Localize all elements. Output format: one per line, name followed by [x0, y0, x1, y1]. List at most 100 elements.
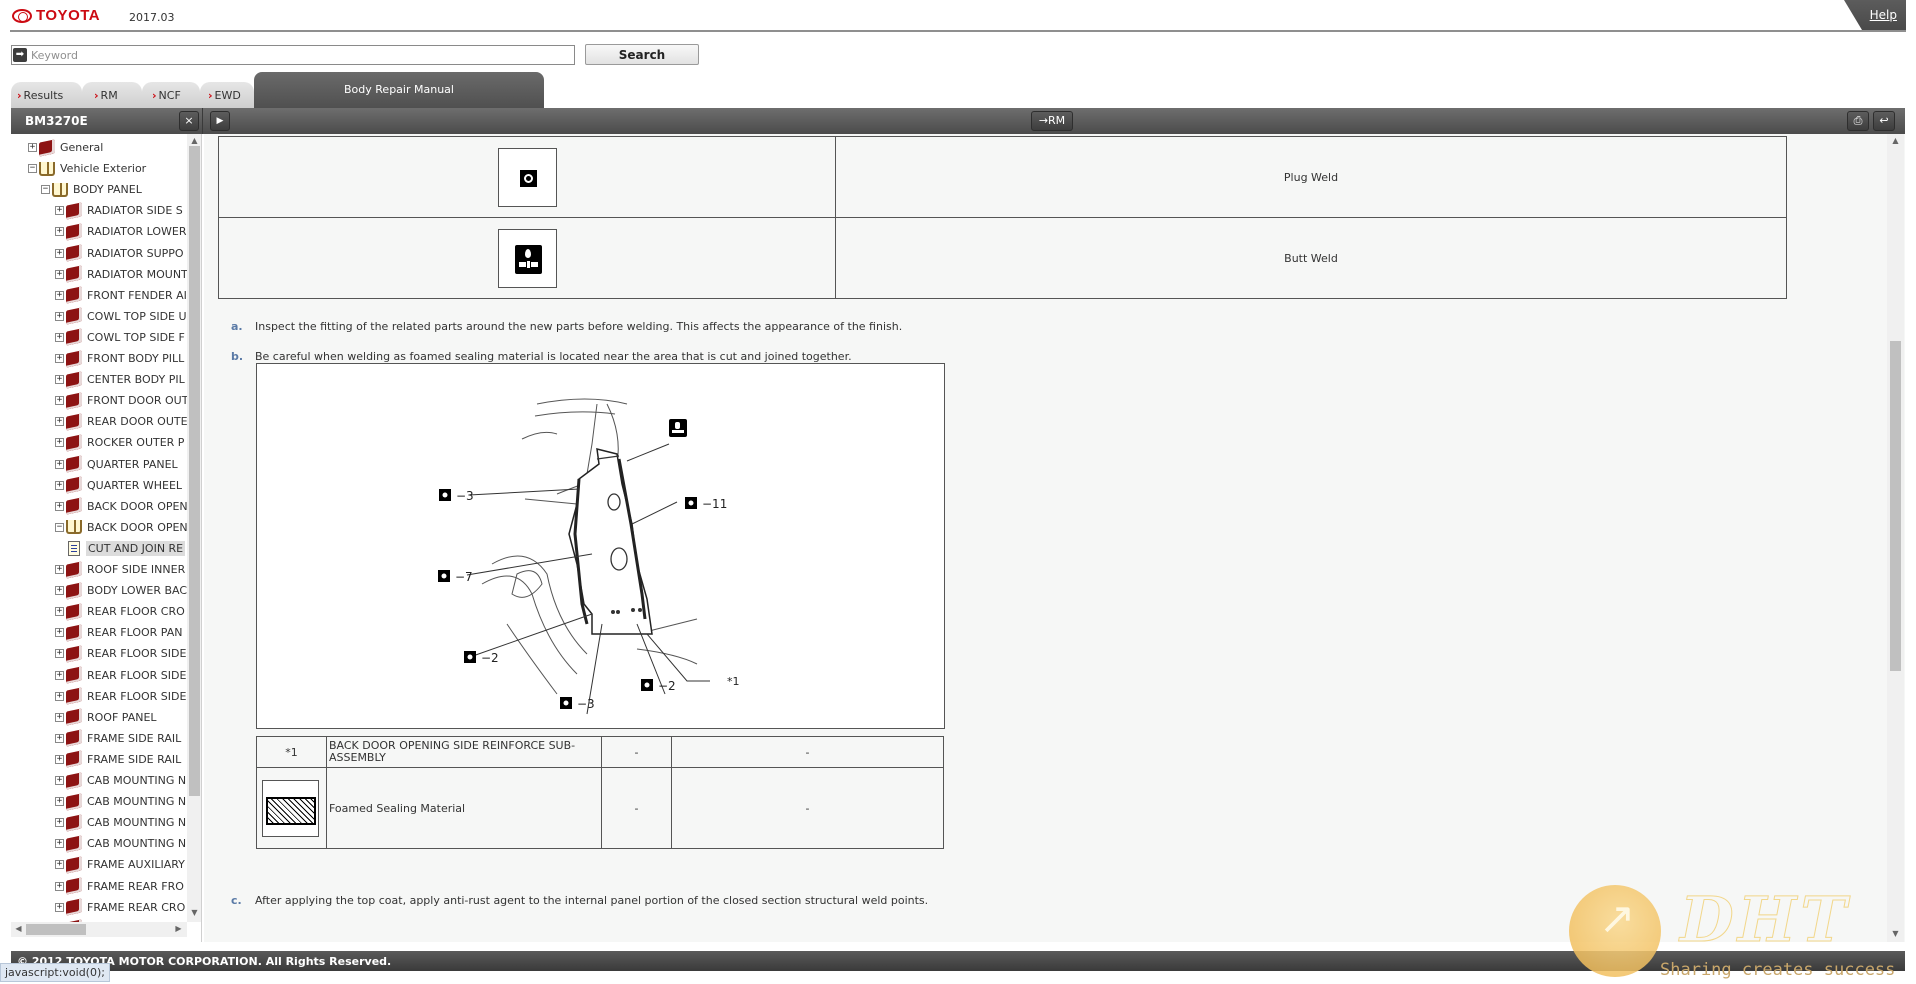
keyword-input[interactable]	[29, 46, 569, 64]
tree-item[interactable]: + CAB MOUNTING N	[55, 833, 186, 854]
tree-item[interactable]: + ROCKER OUTER P	[55, 432, 184, 453]
tab-ewd[interactable]: › EWD	[200, 82, 254, 108]
collapse-icon[interactable]: −	[28, 164, 37, 174]
close-tree-button[interactable]: ×	[179, 111, 199, 131]
expand-icon[interactable]: +	[55, 248, 64, 258]
tree-item[interactable]: + BODY LOWER BAC	[55, 580, 187, 601]
expand-icon[interactable]: +	[55, 438, 64, 448]
scroll-up-icon[interactable]: ▲	[1888, 136, 1903, 145]
tree-item[interactable]: + General	[28, 137, 103, 158]
expand-icon[interactable]: +	[55, 459, 64, 469]
expand-icon[interactable]: +	[55, 565, 64, 574]
expand-icon[interactable]: +	[55, 501, 64, 511]
tree-item[interactable]: + RADIATOR MOUNT	[55, 264, 187, 285]
tree-item[interactable]: + REAR FLOOR SIDE	[55, 665, 186, 686]
expand-icon[interactable]: +	[55, 691, 64, 701]
expand-icon[interactable]: +	[55, 670, 64, 680]
collapse-icon[interactable]: −	[41, 185, 50, 195]
tree-item[interactable]: + REAR FLOOR SIDE	[55, 686, 186, 707]
tree-item[interactable]: + ROOF SIDE INNER	[55, 559, 185, 580]
tree-item[interactable]: − BODY PANEL	[41, 179, 142, 200]
scroll-down-icon[interactable]: ▼	[1888, 929, 1903, 938]
tree-item[interactable]: + FRAME AUXILIARY	[55, 854, 185, 875]
tree-item[interactable]: + CAB MOUNTING N	[55, 770, 186, 791]
tree-item[interactable]: + CAB MOUNTING N	[55, 812, 186, 833]
expand-icon[interactable]: +	[55, 396, 64, 406]
expand-icon[interactable]: +	[55, 586, 64, 596]
collapse-icon[interactable]: −	[55, 522, 64, 532]
expand-icon[interactable]: +	[55, 227, 64, 237]
tree-item[interactable]: + ROOF PANEL	[55, 707, 157, 728]
tree-item[interactable]: + FRONT BODY PILL	[55, 348, 184, 369]
content-vertical-scrollbar[interactable]: ▲ ▼	[1887, 134, 1904, 942]
expand-icon[interactable]: +	[55, 712, 64, 722]
tree-item-label: CAB MOUNTING N	[87, 837, 187, 851]
tree-item[interactable]: + REAR DOOR OUTE	[55, 411, 187, 432]
tree-item[interactable]: + FRAME SIDE RAIL	[55, 728, 181, 749]
search-button[interactable]: Search	[585, 44, 699, 65]
tree-item[interactable]: + QUARTER WHEEL	[55, 475, 182, 496]
tree-item[interactable]: + CAB MOUNTING N	[55, 791, 186, 812]
expand-icon[interactable]: +	[55, 206, 64, 216]
tree-item[interactable]: + RADIATOR SIDE S	[55, 200, 183, 221]
tree-hscroll-thumb[interactable]	[26, 924, 86, 935]
expand-icon[interactable]: +	[55, 649, 64, 659]
expand-icon[interactable]: +	[55, 480, 64, 490]
tree-item[interactable]: + QUARTER PANEL	[55, 454, 178, 475]
expand-icon[interactable]: +	[55, 818, 64, 828]
tree-item[interactable]: + COWL TOP SIDE U	[55, 306, 187, 327]
tab-rm[interactable]: › RM	[82, 82, 142, 108]
help-link[interactable]: Help	[1870, 8, 1897, 22]
goto-rm-button[interactable]: →RM	[1031, 111, 1073, 131]
tree-item[interactable]: + REAR FLOOR CRO	[55, 601, 185, 622]
tree-item[interactable]: + RADIATOR LOWER	[55, 221, 187, 242]
expand-icon[interactable]: +	[55, 628, 64, 638]
tree-item[interactable]: + COWL TOP SIDE F	[55, 327, 185, 348]
expand-icon[interactable]: +	[55, 417, 64, 427]
tab-body-repair-manual[interactable]: Body Repair Manual	[254, 72, 544, 108]
tab-results[interactable]: › Results	[11, 82, 82, 108]
tab-ncf[interactable]: › NCF	[142, 82, 200, 108]
scroll-up-icon[interactable]: ▲	[187, 136, 201, 145]
expand-icon[interactable]: +	[55, 902, 64, 912]
print-button[interactable]: ⎙	[1847, 111, 1869, 131]
expand-icon[interactable]: +	[55, 733, 64, 743]
expand-tree-button[interactable]: ▶	[210, 111, 230, 131]
expand-icon[interactable]: +	[55, 354, 64, 363]
expand-icon[interactable]: +	[55, 839, 64, 849]
expand-icon[interactable]: +	[28, 143, 37, 152]
expand-icon[interactable]: +	[55, 332, 64, 342]
tree-item[interactable]: + FRAME REAR FRO	[55, 876, 184, 897]
scroll-right-icon[interactable]: ▶	[171, 924, 186, 933]
expand-icon[interactable]: +	[55, 311, 64, 321]
scroll-down-icon[interactable]: ▼	[187, 908, 201, 917]
tree-item[interactable]: + REAR FLOOR PAN	[55, 622, 182, 643]
tree-item[interactable]: + FRONT FENDER AI	[55, 285, 187, 306]
return-button[interactable]: ↩	[1873, 111, 1895, 131]
tree-item[interactable]: + RADIATOR SUPPO	[55, 243, 184, 264]
content-scroll-thumb[interactable]	[1890, 340, 1901, 671]
tree-item[interactable]: + REAR FLOOR SIDE	[55, 643, 186, 664]
tree-item[interactable]: + FRAME SIDE RAIL	[55, 749, 181, 770]
expand-icon[interactable]: +	[55, 797, 64, 807]
expand-icon[interactable]: +	[55, 776, 64, 785]
tree-scroll-thumb[interactable]	[189, 146, 200, 796]
tree-horizontal-scrollbar[interactable]: ◀ ▶	[11, 922, 187, 937]
expand-icon[interactable]: +	[55, 269, 64, 279]
closed-book-icon	[66, 708, 82, 726]
expand-icon[interactable]: +	[55, 290, 64, 300]
expand-icon[interactable]: +	[55, 860, 64, 870]
expand-icon[interactable]: +	[55, 607, 64, 617]
expand-icon[interactable]: +	[55, 881, 64, 891]
tree-item[interactable]: + BACK DOOR OPEN	[55, 496, 187, 517]
expand-icon[interactable]: +	[55, 754, 64, 764]
tree-item[interactable]: + FRONT DOOR OUT	[55, 390, 187, 411]
expand-icon[interactable]: +	[55, 375, 64, 385]
tree-item[interactable]: + CENTER BODY PIL	[55, 369, 185, 390]
tree-item[interactable]: + FRAME REAR CRO	[55, 897, 185, 918]
tree-item[interactable]: CUT AND JOIN RE	[55, 538, 186, 559]
tree-vertical-scrollbar[interactable]: ▲ ▼	[187, 134, 201, 922]
tree-item[interactable]: − Vehicle Exterior	[28, 158, 146, 179]
scroll-left-icon[interactable]: ◀	[11, 924, 26, 933]
tree-item[interactable]: − BACK DOOR OPEN	[55, 517, 187, 538]
